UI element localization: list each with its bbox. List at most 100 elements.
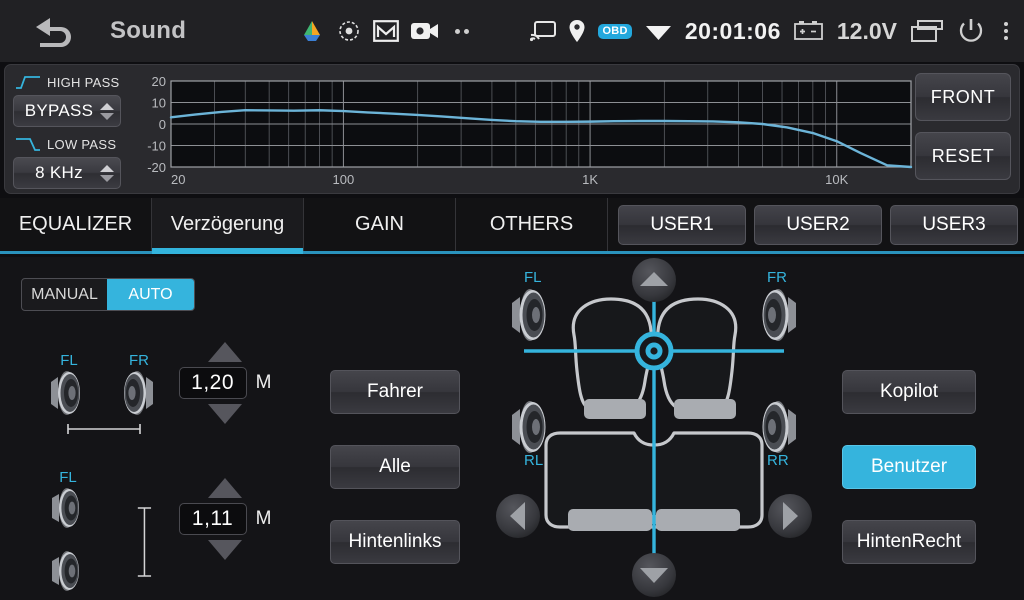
tab-verzoegerung[interactable]: Verzögerung: [152, 198, 304, 254]
more-dots-icon[interactable]: [451, 28, 473, 34]
low-pass-stepper[interactable]: [98, 164, 120, 182]
status-bar: Sound OBD 20:01:06 12.0V: [0, 0, 1024, 62]
arrow-down-icon[interactable]: [632, 553, 676, 597]
car-speaker-icon-rl: [512, 401, 546, 453]
satellite-icon[interactable]: [337, 19, 361, 43]
eq-response-graph[interactable]: 20 10 0 -10 -20 20 100 1K 10K: [133, 71, 918, 189]
cabin-svg: [496, 258, 812, 597]
delay-settings-panel: MANUAL AUTO FL FR FL 1,20 M 1,11 M Fahre…: [0, 257, 1024, 600]
user-preset-buttons: USER1 USER2 USER3: [608, 198, 1018, 251]
stepper-down-icon[interactable]: [99, 112, 114, 120]
svg-text:100: 100: [333, 172, 355, 187]
cast-icon[interactable]: [530, 20, 557, 42]
mode-auto-button[interactable]: AUTO: [107, 279, 194, 310]
position-kopilot-button[interactable]: Kopilot: [842, 370, 976, 414]
position-hintenrecht-button[interactable]: HintenRecht: [842, 520, 976, 564]
position-alle-button[interactable]: Alle: [330, 445, 460, 489]
low-pass-filter-icon: [16, 138, 40, 151]
back-arrow-icon: [36, 18, 71, 47]
speaker-icon-rl: [52, 551, 79, 591]
user2-button[interactable]: USER2: [754, 204, 882, 245]
clock: 20:01:06: [684, 17, 781, 44]
position-benutzer-button[interactable]: Benutzer: [842, 445, 976, 489]
low-pass-row: LOW PASS: [13, 133, 129, 155]
speaker-icon-fl: [51, 371, 80, 415]
svg-text:0: 0: [159, 117, 166, 132]
video-camera-icon[interactable]: [411, 21, 439, 41]
delay-value-front: 1,20 M: [160, 342, 290, 424]
front-delay-unit: M: [255, 372, 272, 393]
power-icon[interactable]: [957, 17, 985, 45]
car-cabin-diagram: FL FR RL RR: [484, 257, 824, 600]
tab-others[interactable]: OTHERS: [456, 198, 608, 251]
increase-left-delay-button[interactable]: [208, 478, 242, 498]
sound-settings-screen: Sound OBD 20:01:06 12.0V HIGH PASS BYPAS…: [0, 0, 1024, 600]
stepper-up-icon[interactable]: [99, 164, 114, 172]
svg-text:-10: -10: [147, 139, 166, 154]
svg-text:10K: 10K: [825, 172, 848, 187]
front-delay-value[interactable]: 1,20: [178, 367, 247, 399]
arrow-left-icon[interactable]: [496, 494, 540, 538]
mode-switch: MANUAL AUTO: [21, 278, 195, 311]
speaker-pair-front: FL FR: [44, 352, 164, 440]
position-fahrer-button[interactable]: Fahrer: [330, 370, 460, 414]
delay-value-left: 1,11 M: [160, 478, 290, 560]
position-hintenlinks-button[interactable]: Hintenlinks: [330, 520, 460, 564]
high-pass-stepper[interactable]: [98, 102, 120, 120]
low-pass-label: LOW PASS: [47, 136, 117, 152]
crossover-filters: HIGH PASS BYPASS LOW PASS 8 KHz: [13, 71, 129, 195]
arrow-right-icon[interactable]: [768, 494, 812, 538]
drive-icon[interactable]: [299, 18, 325, 44]
arrow-up-icon[interactable]: [632, 258, 676, 302]
decrease-left-delay-button[interactable]: [208, 540, 242, 560]
equalizer-panel: HIGH PASS BYPASS LOW PASS 8 KHz 20 10 0 …: [4, 64, 1020, 194]
user1-button[interactable]: USER1: [618, 204, 746, 245]
tab-list: EQUALIZER Verzögerung GAIN OTHERS USER1 …: [0, 198, 1024, 254]
svg-text:20: 20: [171, 172, 185, 187]
stepper-up-icon[interactable]: [99, 102, 114, 110]
mode-manual-button[interactable]: MANUAL: [22, 279, 107, 310]
increase-front-delay-button[interactable]: [208, 342, 242, 362]
high-pass-value: BYPASS: [24, 101, 94, 120]
svg-text:10: 10: [152, 96, 166, 111]
stepper-down-icon[interactable]: [99, 174, 114, 182]
listening-position-crosshair[interactable]: [636, 333, 672, 369]
voltage-readout: 12.0V: [836, 17, 897, 44]
car-battery-icon: [793, 21, 823, 40]
car-speaker-icon-rr: [762, 401, 796, 453]
recents-icon[interactable]: [910, 19, 944, 43]
front-button[interactable]: FRONT: [915, 73, 1011, 121]
speaker-label-fl: FL: [60, 352, 78, 369]
speaker-label-fl-2: FL: [59, 469, 77, 486]
high-pass-select[interactable]: BYPASS: [13, 95, 121, 127]
system-status-icons: OBD 20:01:06 12.0V: [530, 17, 1024, 45]
car-speaker-icon-fr: [762, 289, 796, 341]
obd-badge[interactable]: OBD: [598, 23, 632, 39]
left-delay-unit: M: [255, 508, 272, 529]
reset-button[interactable]: RESET: [915, 132, 1011, 180]
speaker-icon-fr: [124, 371, 153, 415]
distance-bracket-horizontal: [67, 424, 141, 434]
svg-text:20: 20: [152, 74, 166, 89]
overflow-menu-icon[interactable]: [998, 22, 1014, 40]
back-button[interactable]: [0, 0, 110, 62]
distance-bracket-vertical: [137, 507, 152, 577]
speaker-pair-left: FL: [44, 469, 154, 600]
notification-icons: [299, 18, 473, 44]
left-delay-value[interactable]: 1,11: [178, 503, 247, 535]
tab-gain[interactable]: GAIN: [304, 198, 456, 251]
svg-text:1K: 1K: [582, 172, 598, 187]
tab-equalizer[interactable]: EQUALIZER: [0, 198, 152, 251]
eq-curve-svg: 20100-10-2020 100 1K 10K: [147, 74, 913, 187]
eq-side-buttons: FRONT RESET: [915, 73, 1011, 191]
car-speaker-icon-fl: [512, 289, 546, 341]
decrease-front-delay-button[interactable]: [208, 404, 242, 424]
high-pass-filter-icon: [16, 76, 40, 89]
speaker-icon-fl-2: [52, 488, 79, 528]
low-pass-select[interactable]: 8 KHz: [13, 157, 121, 189]
gmail-icon[interactable]: [373, 20, 399, 42]
location-pin-icon[interactable]: [569, 19, 585, 43]
user3-button[interactable]: USER3: [890, 204, 1018, 245]
wifi-icon[interactable]: [645, 21, 672, 42]
high-pass-label: HIGH PASS: [47, 74, 120, 90]
